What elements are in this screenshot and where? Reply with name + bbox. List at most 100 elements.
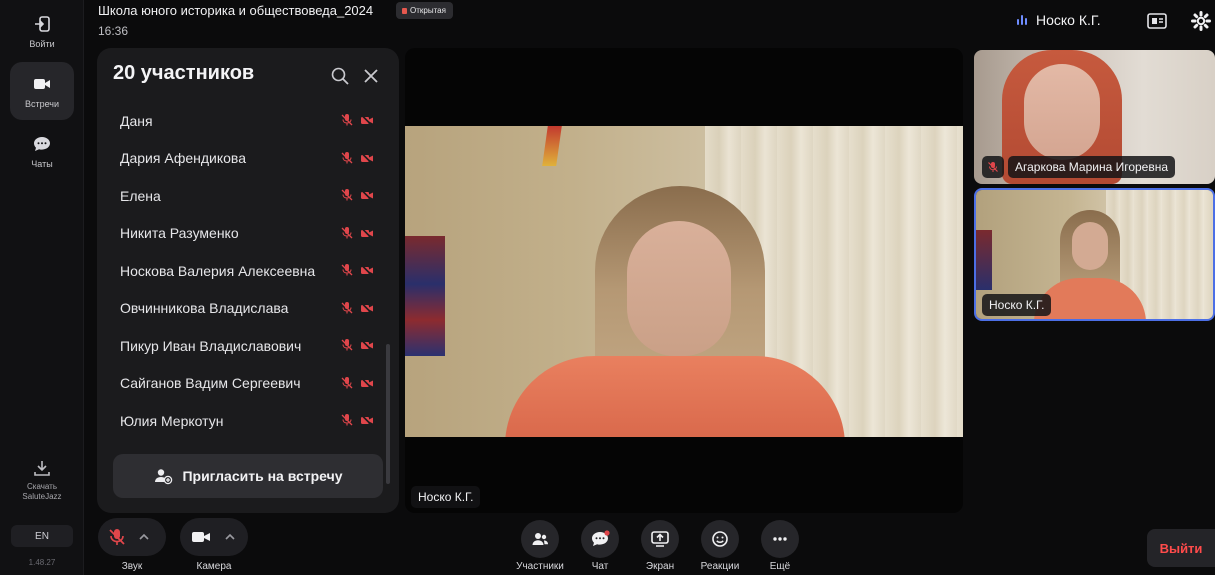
participant-row[interactable]: Дария Афендикова: [97, 140, 387, 177]
participant-name: Овчинникова Владислава: [120, 300, 289, 316]
meeting-time: 16:36: [98, 24, 129, 38]
participant-row[interactable]: Носкова Валерия Алексеевна: [97, 252, 387, 289]
participants-label: Участники: [516, 561, 564, 572]
participant-row[interactable]: Пикур Иван Владиславович: [97, 327, 387, 364]
camera-off-icon: [360, 264, 374, 277]
mic-off-icon: [98, 518, 136, 556]
main-video-stage: Носко К.Г.: [405, 48, 963, 513]
participant-row[interactable]: Даня: [97, 102, 387, 139]
more-button[interactable]: [761, 520, 799, 558]
tile-name-tag: Носко К.Г.: [982, 294, 1052, 316]
screen-share-button[interactable]: [641, 520, 679, 558]
rail-item-login[interactable]: Войти: [10, 2, 74, 60]
mic-off-icon: [341, 339, 353, 351]
camera-off-icon: [360, 414, 374, 427]
chat-bubble-icon: [34, 136, 50, 151]
smiley-icon: [712, 531, 728, 547]
participant-status-icons: [340, 113, 374, 127]
invite-label: Пригласить на встречу: [182, 468, 343, 484]
participant-status-icons: [340, 188, 374, 202]
rail-item-chats-label: Чаты: [31, 158, 53, 169]
meeting-title: Школа юного историка и обществоведа_2024: [98, 3, 374, 18]
mic-off-icon: [341, 226, 353, 238]
participant-name: Елена: [120, 187, 161, 204]
mic-off-icon: [341, 414, 353, 426]
rail-item-meetings[interactable]: Встречи: [10, 62, 74, 120]
leave-button[interactable]: Выйти: [1147, 529, 1215, 567]
app-version: 1.48.27: [28, 558, 56, 567]
close-icon[interactable]: [361, 66, 381, 86]
camera-off-icon: [360, 114, 374, 127]
active-speaker-name: Носко К.Г.: [1036, 12, 1101, 28]
participant-name: Даня: [120, 112, 153, 129]
chat-bubble-icon: [592, 530, 610, 546]
screen-label: Экран: [645, 561, 675, 572]
download-icon: [34, 461, 50, 476]
more-label: Ещё: [769, 561, 791, 572]
chat-button[interactable]: [581, 520, 619, 558]
participants-button[interactable]: [521, 520, 559, 558]
more-dots-icon: [773, 537, 787, 541]
participant-name: Пикур Иван Владиславович: [120, 337, 302, 354]
camera-toggle-button[interactable]: [180, 518, 248, 556]
camera-off-icon: [360, 339, 374, 352]
main-video-feed: [405, 126, 963, 437]
mic-off-icon: [341, 189, 353, 201]
left-rail: Войти Встречи Чаты Скачать SaluteJazz EN …: [0, 0, 84, 575]
audio-level-icon: [1017, 15, 1027, 25]
mic-label: Звук: [121, 561, 143, 572]
participants-count-title: 20 участников: [113, 62, 255, 84]
status-badge: Открытая: [396, 2, 453, 19]
chevron-up-icon[interactable]: [222, 529, 238, 545]
participant-row[interactable]: Юлия Меркотун: [97, 402, 387, 439]
people-icon: [532, 533, 548, 545]
participant-name: Юлия Меркотун: [120, 412, 224, 429]
reactions-label: Реакции: [700, 561, 740, 572]
participant-status-icons: [340, 301, 374, 315]
mic-off-icon: [341, 301, 353, 313]
participant-name: Никита Разуменко: [120, 225, 239, 241]
download-label-line1: Скачать: [26, 482, 57, 491]
invite-to-meeting-button[interactable]: Пригласить на встречу: [113, 454, 383, 498]
participant-row[interactable]: Сайганов Вадим Сергеевич: [97, 365, 387, 402]
download-app-link[interactable]: Скачать SaluteJazz: [8, 458, 76, 502]
participant-tile[interactable]: Агаркова Марина Игоревна: [974, 50, 1215, 184]
participant-name: Носкова Валерия Алексеевна: [120, 262, 316, 279]
mic-toggle-button[interactable]: [98, 518, 166, 556]
camera-off-icon: [360, 151, 374, 165]
rail-item-meetings-label: Встречи: [24, 98, 60, 109]
language-button[interactable]: EN: [11, 525, 73, 547]
camera-off-icon: [360, 226, 374, 240]
mic-off-icon: [982, 156, 1004, 178]
participant-row[interactable]: Овчинникова Владислава: [97, 290, 387, 327]
participant-row[interactable]: Елена: [97, 177, 387, 214]
participant-tile-active-speaker[interactable]: Носко К.Г.: [974, 188, 1215, 321]
reactions-button[interactable]: [701, 520, 739, 558]
active-speaker: Носко К.Г.: [1017, 12, 1101, 28]
download-label-line2: SaluteJazz: [22, 492, 62, 501]
camera-label: Камера: [196, 561, 232, 572]
search-icon[interactable]: [330, 66, 350, 86]
chat-label: Чат: [591, 561, 609, 572]
rail-item-login-label: Войти: [29, 38, 55, 49]
camera-off-icon: [360, 376, 374, 390]
participants-scrollbar[interactable]: [386, 344, 390, 484]
participant-status-icons: [340, 226, 374, 240]
chevron-up-icon[interactable]: [136, 529, 152, 545]
mic-off-icon: [341, 376, 353, 388]
download-label: Скачать SaluteJazz: [22, 482, 61, 502]
participant-status-icons: [340, 376, 374, 390]
layout-icon[interactable]: [1146, 10, 1168, 32]
conference-app: Войти Встречи Чаты Скачать SaluteJazz EN …: [0, 0, 1215, 575]
mic-off-icon: [341, 114, 353, 126]
participant-row[interactable]: Никита Разуменко: [97, 215, 387, 252]
add-person-icon: [155, 469, 173, 485]
rail-item-chats[interactable]: Чаты: [10, 122, 74, 180]
screen-share-icon: [651, 531, 669, 547]
lock-open-icon: [402, 7, 407, 14]
status-badge-label: Открытая: [410, 6, 446, 15]
video-camera-icon: [34, 78, 50, 89]
participant-status-icons: [340, 338, 374, 352]
participants-panel: 20 участников Даня Дария Афендикова Елена Н…: [97, 48, 399, 513]
settings-gear-icon[interactable]: [1190, 10, 1212, 32]
